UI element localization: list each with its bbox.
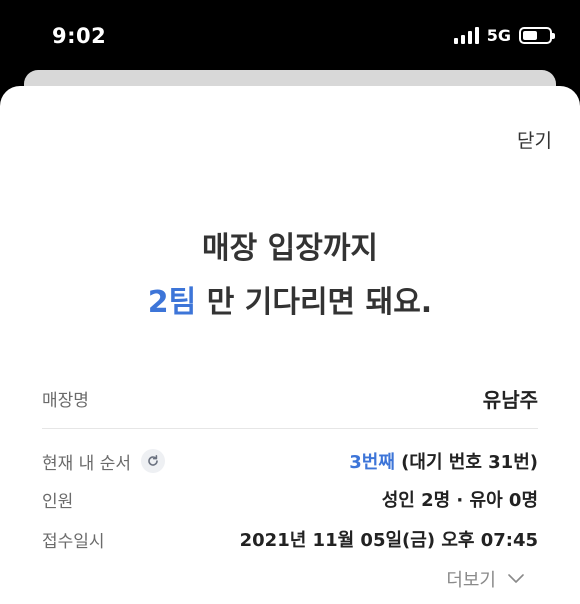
queue-position-value: 3번째 (대기 번호 31번) bbox=[349, 448, 538, 474]
chevron-down-icon bbox=[508, 574, 524, 583]
store-name-value: 유남주 bbox=[482, 388, 538, 412]
headline-line2: 2팀 만 기다리면 돼요. bbox=[0, 276, 580, 330]
divider bbox=[42, 428, 538, 429]
headline-line2-rest: 만 기다리면 돼요. bbox=[196, 285, 433, 320]
close-button[interactable]: 닫기 bbox=[517, 126, 552, 153]
queue-position-label: 현재 내 순서 bbox=[42, 453, 132, 474]
teams-remaining: 2팀 bbox=[147, 285, 197, 320]
more-button[interactable]: 더보기 bbox=[446, 566, 524, 592]
received-time-value: 2021년 11월 05일(금) 오후 07:45 bbox=[239, 530, 538, 551]
status-time: 9:02 bbox=[52, 24, 107, 48]
refresh-icon[interactable] bbox=[141, 449, 166, 473]
received-time-label: 접수일시 bbox=[42, 531, 105, 552]
store-name-label: 매장명 bbox=[42, 391, 89, 411]
signal-strength-icon bbox=[453, 27, 479, 44]
status-indicators: 5G bbox=[453, 26, 555, 45]
party-size-value: 성인 2명 · 유아 0명 bbox=[381, 490, 538, 511]
headline: 매장 입장까지 2팀 만 기다리면 돼요. bbox=[0, 222, 580, 330]
party-size-row: 인원 성인 2명 · 유아 0명 bbox=[42, 486, 538, 512]
queue-position-number: 3번째 bbox=[349, 452, 395, 473]
party-size-label: 인원 bbox=[42, 491, 74, 512]
received-time-row: 접수일시 2021년 11월 05일(금) 오후 07:45 bbox=[42, 526, 538, 552]
waiting-status-sheet: 닫기 매장 입장까지 2팀 만 기다리면 돼요. 매장명 유남주 현재 내 순서… bbox=[0, 86, 580, 604]
network-type: 5G bbox=[486, 26, 511, 45]
queue-position-row: 현재 내 순서 3번째 (대기 번호 31번) bbox=[42, 448, 538, 474]
battery-icon bbox=[519, 27, 555, 44]
headline-line1: 매장 입장까지 bbox=[201, 231, 379, 266]
more-label: 더보기 bbox=[446, 570, 496, 591]
store-name-row: 매장명 유남주 bbox=[42, 384, 538, 413]
status-bar: 9:02 5G bbox=[0, 0, 580, 70]
waiting-number: (대기 번호 31번) bbox=[394, 452, 538, 473]
queue-position-label-wrap: 현재 내 순서 bbox=[42, 449, 166, 474]
